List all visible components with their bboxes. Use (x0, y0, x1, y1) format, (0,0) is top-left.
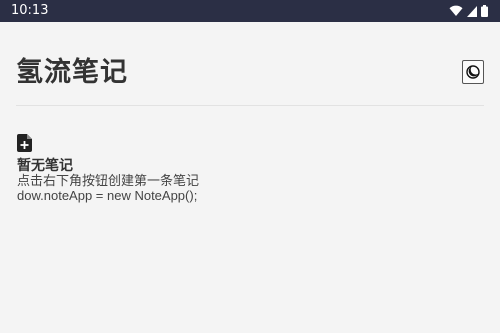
note-add-icon (17, 134, 32, 152)
wifi-icon (449, 5, 463, 16)
empty-state-title: 暂无笔记 (17, 158, 73, 174)
empty-state: 暂无笔记 点击右下角按钮创建第一条笔记 dow.noteApp = new No… (17, 134, 477, 203)
theme-toggle-button[interactable] (462, 60, 484, 84)
status-icons (449, 4, 488, 18)
battery-icon (481, 5, 488, 17)
status-bar: 10:13 (0, 0, 500, 22)
signal-icon (467, 5, 477, 17)
app-header: 氢流笔记 (16, 22, 484, 106)
empty-state-code-text: dow.noteApp = new NoteApp(); (17, 188, 198, 203)
empty-state-hint: 点击右下角按钮创建第一条笔记 (17, 174, 200, 189)
moon-icon (466, 65, 480, 79)
status-time: 10:13 (11, 3, 49, 18)
page-title: 氢流笔记 (16, 57, 128, 88)
